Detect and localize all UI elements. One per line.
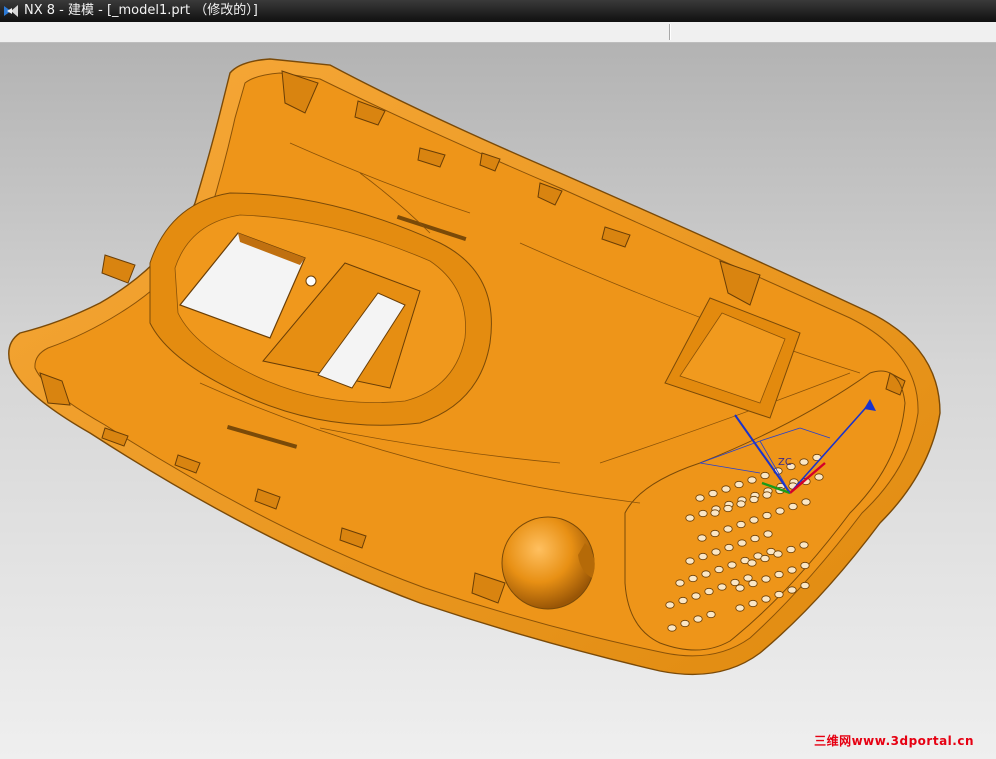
contact-hole: [708, 489, 718, 498]
contact-hole: [710, 509, 720, 517]
contact-hole: [747, 559, 757, 567]
contact-hole: [714, 565, 724, 574]
contact-hole: [685, 557, 695, 565]
window-title: NX 8 - 建模 - [_model1.prt （修改的）]: [24, 3, 258, 18]
contact-hole: [747, 476, 757, 484]
contact-hole: [701, 570, 711, 578]
site-watermark: 三维网www.3dportal.cn: [814, 734, 974, 748]
contact-hole: [761, 575, 771, 583]
model-canvas[interactable]: ZC: [0, 43, 996, 759]
contact-hole: [735, 604, 745, 612]
contact-hole: [735, 584, 745, 592]
contact-hole: [723, 525, 733, 533]
contact-hole: [695, 494, 705, 502]
contact-hole: [760, 471, 770, 480]
contact-hole: [800, 581, 810, 590]
contact-hole: [667, 624, 677, 632]
contact-hole: [710, 529, 720, 538]
contact-hole: [698, 552, 708, 561]
contact-hole: [814, 473, 824, 481]
contact-hole: [799, 458, 809, 466]
contact-hole: [688, 574, 698, 583]
toolbar-divider-highlight: [670, 24, 671, 40]
nx-logo-icon: [4, 5, 18, 17]
toolbar-strip: [0, 22, 996, 43]
contact-hole: [734, 480, 744, 489]
contact-hole: [723, 504, 733, 513]
contact-hole: [697, 534, 707, 542]
contact-hole: [787, 566, 797, 574]
csys-label: ZC: [778, 457, 792, 468]
contact-hole: [760, 554, 770, 563]
contact-hole: [737, 539, 747, 547]
contact-hole: [698, 509, 708, 518]
graphics-viewport[interactable]: ZC 三维网www.3dportal.cn: [0, 43, 996, 759]
contact-hole: [736, 500, 746, 508]
contact-hole: [799, 541, 809, 549]
contact-hole: [773, 550, 783, 558]
contact-hole: [748, 599, 758, 608]
contact-hole: [675, 579, 685, 587]
contact-hole: [736, 520, 746, 529]
contact-hole: [800, 561, 810, 570]
contact-hole: [711, 548, 721, 556]
contact-hole: [762, 511, 772, 520]
contact-hole: [774, 590, 784, 599]
contact-hole: [665, 601, 675, 609]
contact-hole: [691, 592, 701, 600]
contact-hole: [721, 485, 731, 493]
contact-hole: [727, 561, 737, 569]
contact-hole: [788, 502, 798, 511]
contact-hole: [706, 610, 716, 619]
contact-hole: [775, 507, 785, 515]
contact-hole: [724, 543, 734, 552]
contact-hole: [762, 491, 772, 499]
contact-hole: [680, 619, 690, 628]
contact-hole: [786, 545, 796, 554]
contact-hole: [717, 583, 727, 591]
sensor-hole: [305, 275, 317, 287]
contact-hole: [801, 498, 811, 506]
contact-hole: [761, 595, 771, 603]
contact-hole: [693, 615, 703, 623]
contact-hole: [750, 534, 760, 543]
contact-hole: [774, 570, 784, 579]
contact-hole: [685, 514, 695, 522]
contact-hole: [748, 579, 758, 588]
contact-hole: [704, 587, 714, 596]
contact-hole: [678, 596, 688, 605]
contact-hole: [763, 530, 773, 538]
contact-hole: [749, 495, 759, 504]
contact-hole: [787, 586, 797, 594]
contact-hole: [749, 516, 759, 524]
title-bar: NX 8 - 建模 - [_model1.prt （修改的）]: [0, 0, 996, 22]
